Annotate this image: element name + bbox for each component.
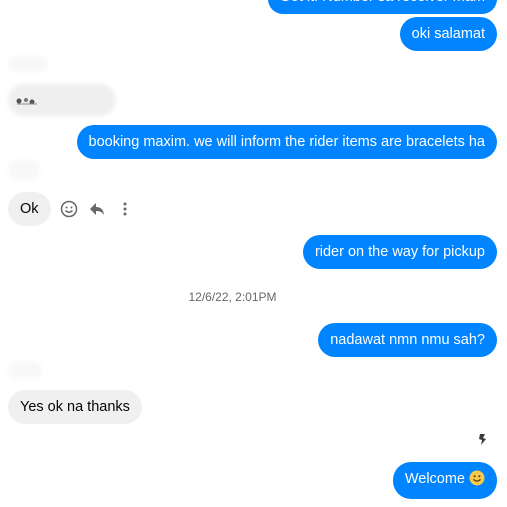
smiley-emoji-icon — [469, 470, 485, 491]
message-incoming[interactable]: Ok — [8, 192, 51, 226]
message-actions — [60, 200, 134, 218]
message-outgoing[interactable]: Welcome — [392, 462, 497, 499]
blurred-avatar — [8, 362, 42, 378]
blurred-image — [8, 56, 48, 72]
chat-thread: Got it. Number sa receiver mam oki salam… — [0, 0, 507, 507]
reply-icon[interactable] — [88, 200, 106, 218]
timestamp: 12/6/22, 2:01PM — [188, 290, 277, 304]
message-outgoing[interactable]: nadawat nmn nmu sah? — [318, 323, 497, 357]
message-text: Welcome — [404, 471, 465, 487]
message-outgoing[interactable]: Got it. Number sa receiver mam — [267, 0, 497, 14]
sticker-icon — [14, 94, 40, 106]
message-outgoing[interactable]: booking maxim. we will inform the rider … — [76, 125, 497, 159]
more-vertical-icon[interactable] — [116, 200, 134, 218]
read-receipt-avatar — [476, 432, 490, 446]
message-outgoing[interactable]: oki salamat — [399, 17, 497, 51]
blurred-avatar — [8, 160, 40, 180]
message-incoming[interactable]: Yes ok na thanks — [8, 390, 142, 424]
message-outgoing[interactable]: rider on the way for pickup — [302, 235, 497, 269]
smiley-icon[interactable] — [60, 200, 78, 218]
